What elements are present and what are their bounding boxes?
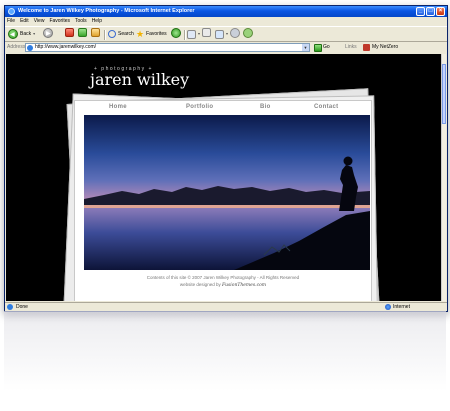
- designer-link[interactable]: FusionThemes.com: [222, 283, 266, 288]
- ie-icon: [8, 8, 15, 15]
- chevron-down-icon: ▾: [198, 31, 201, 36]
- hero-photo: [84, 115, 370, 270]
- menu-view[interactable]: View: [34, 17, 45, 26]
- address-url: http://www.jarenwilkey.com/: [35, 44, 97, 50]
- netzero-icon: [363, 44, 370, 51]
- page-icon: [27, 45, 33, 51]
- netzero-link[interactable]: My NetZero: [363, 43, 398, 52]
- browser-window: Welcome to Jaren Wilkey Photography - Mi…: [4, 5, 448, 312]
- messenger-icon: [243, 28, 253, 38]
- back-arrow-icon: [8, 29, 18, 41]
- search-icon: [108, 30, 116, 38]
- standard-toolbar: Back ▾ Search ★ Favorites ▾: [5, 26, 447, 42]
- page-done-icon: [7, 304, 13, 310]
- chevron-down-icon[interactable]: ▼: [302, 44, 309, 51]
- mail-button[interactable]: ▾: [187, 28, 200, 40]
- messenger-button[interactable]: [243, 28, 253, 38]
- zone-label: Internet: [393, 304, 410, 310]
- history-icon: [171, 28, 181, 38]
- print-icon: [202, 28, 211, 37]
- vertical-scrollbar[interactable]: [441, 54, 446, 301]
- chevron-down-icon: ▾: [226, 31, 229, 36]
- history-button[interactable]: [171, 28, 181, 38]
- menu-bar: File Edit View Favorites Tools Help: [5, 17, 447, 36]
- home-button[interactable]: [91, 28, 100, 37]
- forward-button[interactable]: [43, 28, 53, 40]
- minimize-button[interactable]: _: [416, 7, 425, 16]
- nav-bio[interactable]: Bio: [260, 103, 271, 111]
- refresh-icon: [78, 28, 87, 37]
- address-bar: Address http://www.jarenwilkey.com/ ▼ Go…: [5, 42, 447, 53]
- address-input[interactable]: http://www.jarenwilkey.com/ ▼: [25, 43, 310, 52]
- toolbar-divider: [184, 30, 186, 40]
- forward-arrow-icon: [43, 28, 53, 40]
- window-reflection: [4, 311, 446, 411]
- status-text: Done: [16, 304, 28, 310]
- status-bar: Done Internet: [5, 302, 447, 311]
- stop-button[interactable]: [65, 28, 74, 37]
- content-card: Home Portfolio Bio Contact Contents of t…: [74, 100, 372, 301]
- netzero-label: My NetZero: [372, 44, 399, 50]
- search-label: Search: [118, 31, 134, 37]
- nav-portfolio[interactable]: Portfolio: [186, 103, 213, 111]
- nav-home[interactable]: Home: [109, 103, 127, 111]
- close-button[interactable]: ×: [436, 7, 445, 16]
- favorites-label: Favorites: [146, 31, 167, 37]
- back-label: Back: [20, 31, 32, 37]
- scrollbar-thumb[interactable]: [442, 64, 446, 124]
- reflection-bar: [4, 311, 446, 320]
- site-name: jaren wilkey: [90, 70, 190, 89]
- menu-help[interactable]: Help: [92, 17, 102, 26]
- copyright-text: Contents of this site © 2007 Jaren Wilke…: [146, 275, 300, 280]
- go-button[interactable]: Go: [314, 43, 330, 52]
- address-label: Address: [7, 44, 26, 50]
- edit-button[interactable]: ▾: [215, 28, 228, 40]
- refresh-button[interactable]: [78, 28, 87, 37]
- search-button[interactable]: Search: [108, 28, 134, 40]
- back-button[interactable]: Back ▾: [8, 28, 36, 41]
- page-viewport: + photography + jaren wilkey Home Portfo…: [6, 54, 446, 301]
- stop-icon: [65, 28, 74, 37]
- menu-tools[interactable]: Tools: [75, 17, 87, 26]
- designer-credit: website designed by FusionThemes.com: [75, 282, 371, 288]
- site-nav: Home Portfolio Bio Contact: [75, 101, 371, 113]
- landscape-silhouette: [84, 156, 370, 270]
- go-label: Go: [323, 44, 330, 50]
- menu-file[interactable]: File: [7, 17, 15, 26]
- menu-favorites[interactable]: Favorites: [49, 17, 70, 26]
- window-title: Welcome to Jaren Wilkey Photography - Mi…: [18, 8, 195, 14]
- go-arrow-icon: [314, 43, 322, 52]
- print-button[interactable]: [202, 28, 211, 37]
- star-icon: ★: [136, 29, 145, 39]
- discuss-icon: [230, 28, 240, 38]
- nav-contact[interactable]: Contact: [314, 103, 338, 111]
- designer-prefix: website designed by: [179, 282, 221, 287]
- title-bar[interactable]: Welcome to Jaren Wilkey Photography - Mi…: [5, 6, 447, 17]
- security-zone: Internet: [385, 303, 410, 311]
- discuss-button[interactable]: [230, 28, 240, 38]
- edit-icon: [215, 29, 224, 39]
- toolbar-divider: [104, 30, 106, 40]
- home-icon: [91, 28, 100, 37]
- links-label[interactable]: Links: [345, 42, 357, 53]
- chevron-down-icon: ▾: [33, 31, 36, 36]
- menu-edit[interactable]: Edit: [20, 17, 29, 26]
- mail-icon: [187, 29, 196, 39]
- globe-icon: [385, 304, 391, 310]
- favorites-button[interactable]: ★ Favorites: [136, 28, 167, 40]
- maximize-button[interactable]: □: [426, 7, 435, 16]
